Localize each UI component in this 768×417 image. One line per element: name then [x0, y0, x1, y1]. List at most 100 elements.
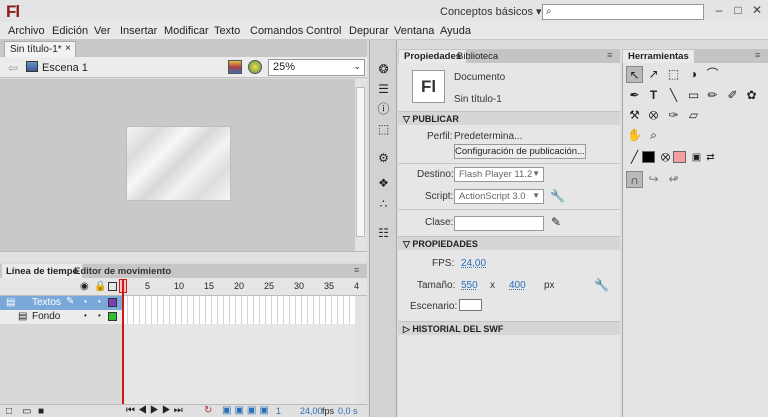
selection-tool-icon[interactable]: ↖: [626, 66, 643, 83]
layer-color-swatch[interactable]: [108, 312, 117, 321]
swf-history-section-header[interactable]: ▷ HISTORIAL DEL SWF: [398, 321, 620, 335]
vertical-scrollbar[interactable]: [355, 79, 367, 251]
transform-panel-icon[interactable]: ⬚: [375, 121, 392, 138]
menu-modificar[interactable]: Modificar: [164, 25, 209, 37]
document-tab[interactable]: Sin título-1* ×: [4, 41, 76, 57]
close-tab-icon[interactable]: ×: [65, 43, 71, 54]
zoom-select[interactable]: 25% ⌄: [268, 59, 365, 76]
delete-layer-icon[interactable]: ■: [38, 406, 44, 417]
publish-section-header[interactable]: ▽ PUBLICAR: [398, 111, 620, 125]
target-select[interactable]: Flash Player 11.2 ▼: [454, 167, 544, 182]
menu-texto[interactable]: Texto: [214, 25, 240, 37]
components-icon[interactable]: ❖: [375, 175, 392, 192]
workspace-switcher[interactable]: Conceptos básicos ▾: [440, 5, 542, 18]
playhead[interactable]: [122, 280, 124, 404]
panel-menu-icon[interactable]: ≡: [607, 50, 612, 60]
wrench-icon[interactable]: 🔧: [550, 189, 565, 203]
publish-settings-button[interactable]: Configuración de publicación...: [454, 144, 586, 159]
timeline-scrollbar[interactable]: [355, 296, 367, 404]
menu-archivo[interactable]: Archivo: [8, 25, 45, 37]
horizontal-scrollbar[interactable]: [0, 251, 367, 262]
close-button[interactable]: ✕: [748, 2, 766, 18]
text-tool-icon[interactable]: T: [645, 87, 662, 104]
current-frame[interactable]: 1: [276, 406, 281, 416]
stroke-color-swatch[interactable]: [642, 151, 655, 163]
tab-library[interactable]: Biblioteca: [452, 50, 503, 63]
3d-rotation-tool-icon[interactable]: ◑: [685, 66, 702, 83]
scroll-thumb[interactable]: [356, 87, 365, 237]
playback-controls[interactable]: ⏮◀▶▶⏭: [126, 405, 186, 416]
motion-presets-icon[interactable]: ∴: [375, 196, 392, 213]
new-folder-icon[interactable]: ▭: [22, 406, 31, 417]
eraser-tool-icon[interactable]: ▱: [685, 107, 702, 124]
menu-ventana[interactable]: Ventana: [394, 25, 434, 37]
wrench-icon[interactable]: 🔧: [594, 278, 609, 292]
menu-edicion[interactable]: Edición: [52, 25, 88, 37]
eyedropper-tool-icon[interactable]: ✑: [665, 107, 682, 124]
subselection-tool-icon[interactable]: ↗: [645, 66, 662, 83]
new-layer-icon[interactable]: □: [6, 406, 12, 417]
paint-bucket-tool-icon[interactable]: ⭙: [645, 107, 662, 124]
snap-magnet-icon[interactable]: ∩: [626, 171, 643, 188]
stroke-color-icon[interactable]: ╱: [626, 149, 643, 166]
menu-ayuda[interactable]: Ayuda: [440, 25, 471, 37]
align-panel-icon[interactable]: ☰: [375, 81, 392, 98]
project-panel-icon[interactable]: ☷: [375, 225, 392, 242]
back-arrow-icon[interactable]: ⇦: [8, 61, 18, 75]
lock-dot[interactable]: •: [98, 311, 101, 320]
properties-section-header[interactable]: ▽ PROPIEDADES: [398, 236, 620, 250]
fill-color-icon[interactable]: ⭙: [657, 149, 674, 166]
rectangle-tool-icon[interactable]: ▭: [685, 87, 702, 104]
onion-skin-icons[interactable]: ▣▣▣▣: [222, 405, 272, 416]
stage-color-swatch[interactable]: [459, 299, 482, 311]
default-colors-icon[interactable]: ⇄: [702, 149, 719, 166]
visibility-dot[interactable]: •: [84, 297, 87, 306]
pen-tool-icon[interactable]: ✒: [626, 87, 643, 104]
edit-scene-icon[interactable]: [228, 60, 242, 74]
maximize-button[interactable]: □: [729, 2, 747, 18]
visibility-dot[interactable]: •: [84, 311, 87, 320]
smooth-icon[interactable]: ↪: [645, 171, 662, 188]
stage[interactable]: [127, 127, 230, 200]
minimize-button[interactable]: –: [710, 2, 728, 18]
tab-tools[interactable]: Herramientas: [623, 50, 694, 63]
eye-icon[interactable]: ◉: [80, 281, 89, 292]
panel-menu-icon[interactable]: ≡: [755, 50, 760, 60]
fps-readout[interactable]: 24,00: [300, 406, 323, 416]
color-panel-icon[interactable]: ❂: [375, 61, 392, 78]
time-readout[interactable]: 0,0 s: [338, 406, 358, 416]
search-input[interactable]: ⌕: [542, 4, 704, 20]
script-select[interactable]: ActionScript 3.0 ▼: [454, 189, 544, 204]
lock-icon[interactable]: 🔒: [94, 281, 106, 292]
class-input[interactable]: [454, 216, 544, 231]
bone-tool-icon[interactable]: ⚒: [626, 107, 643, 124]
menu-depurar[interactable]: Depurar: [349, 25, 389, 37]
layer-row-fondo[interactable]: ▤ Fondo • •: [0, 310, 122, 324]
code-snippets-icon[interactable]: ⚙: [375, 150, 392, 167]
menu-insertar[interactable]: Insertar: [120, 25, 157, 37]
free-transform-tool-icon[interactable]: ⬚: [665, 66, 682, 83]
straighten-icon[interactable]: ↫: [665, 171, 682, 188]
frame-grid[interactable]: [122, 296, 358, 324]
panel-menu-icon[interactable]: ≡: [354, 265, 359, 275]
hand-tool-icon[interactable]: ✋: [626, 127, 643, 144]
edit-symbols-icon[interactable]: [248, 60, 262, 74]
lock-dot[interactable]: •: [98, 297, 101, 306]
width-value[interactable]: 550: [461, 280, 478, 291]
menu-control[interactable]: Control: [306, 25, 341, 37]
menu-comandos[interactable]: Comandos: [250, 25, 303, 37]
deco-tool-icon[interactable]: ✿: [743, 87, 760, 104]
zoom-tool-icon[interactable]: ⌕: [645, 127, 662, 144]
menu-ver[interactable]: Ver: [94, 25, 111, 37]
fill-color-swatch[interactable]: [673, 151, 686, 163]
tab-motion-editor[interactable]: Editor de movimiento: [70, 264, 175, 278]
outline-icon[interactable]: [108, 282, 117, 291]
loop-icon[interactable]: ↻: [204, 405, 212, 416]
layer-row-textos[interactable]: ▤ Textos ✎ • •: [0, 296, 122, 310]
pencil-tool-icon[interactable]: ✏: [704, 87, 721, 104]
fps-value[interactable]: 24,00: [461, 258, 486, 269]
pencil-icon[interactable]: ✎: [551, 215, 561, 229]
line-tool-icon[interactable]: ╲: [665, 87, 682, 104]
layer-color-swatch[interactable]: [108, 298, 117, 307]
lasso-tool-icon[interactable]: ⌒: [704, 66, 721, 83]
